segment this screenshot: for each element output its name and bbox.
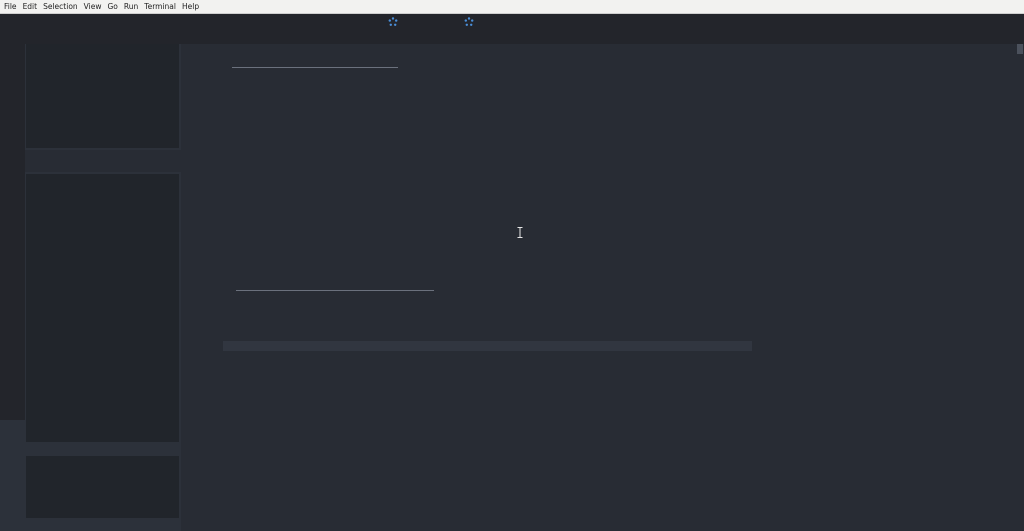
scrollbar-thumb[interactable] <box>1017 44 1023 54</box>
sidebar-panel-middle <box>26 174 179 442</box>
placeholder-line-1 <box>232 67 398 68</box>
input-placeholder-bar[interactable] <box>223 341 752 351</box>
menu-file[interactable]: File <box>0 0 20 13</box>
text-cursor-icon <box>517 227 523 238</box>
menu-terminal[interactable]: Terminal <box>141 0 179 13</box>
loading-spinner-icon <box>388 17 398 27</box>
menu-go[interactable]: Go <box>104 0 120 13</box>
menu-bar: File Edit Selection View Go Run Terminal… <box>0 0 1024 14</box>
menu-selection[interactable]: Selection <box>40 0 81 13</box>
activity-bar-lower <box>0 420 25 531</box>
placeholder-line-2 <box>236 290 434 291</box>
menu-help[interactable]: Help <box>179 0 202 13</box>
sidebar-panel-top <box>26 44 179 148</box>
sidebar-panel-bottom <box>26 456 179 518</box>
menu-edit[interactable]: Edit <box>20 0 41 13</box>
title-bar <box>0 14 1024 44</box>
loading-spinner-icon <box>464 17 474 27</box>
activity-bar <box>0 44 25 420</box>
editor-area[interactable] <box>181 44 1024 531</box>
sidebar-section-header[interactable] <box>25 150 181 172</box>
menu-view[interactable]: View <box>81 0 105 13</box>
menu-run[interactable]: Run <box>121 0 141 13</box>
